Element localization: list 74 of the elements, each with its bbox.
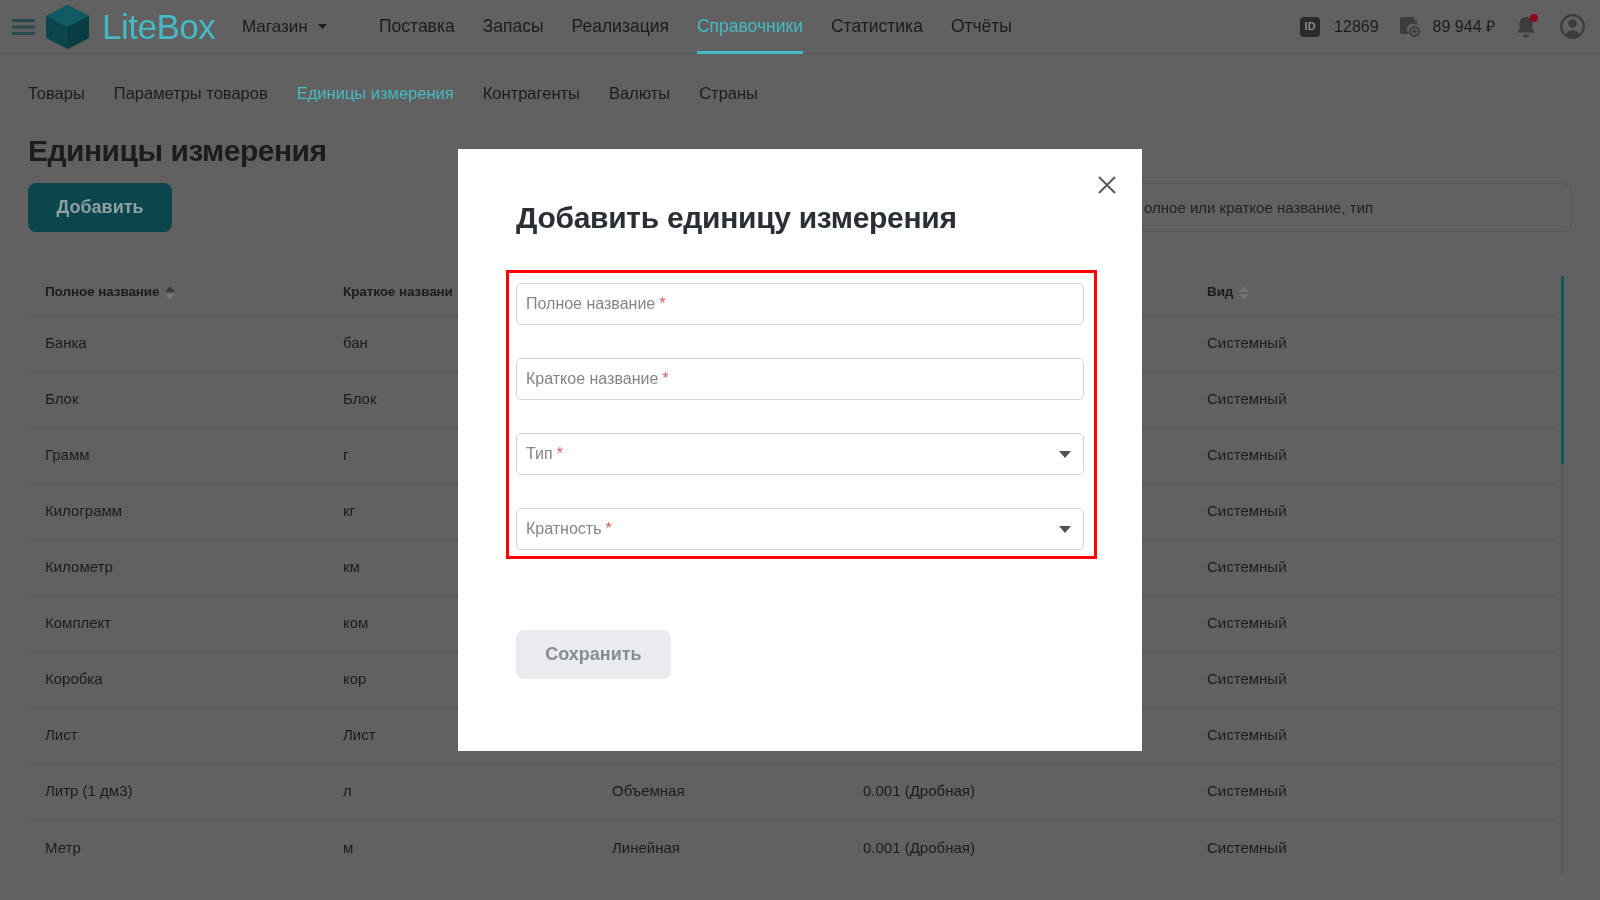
table-cell-text: Литр (1 дм3) — [45, 781, 133, 802]
subnav-tab[interactable]: Страны — [699, 81, 758, 105]
table-cell-text: Километр — [45, 557, 113, 578]
table-cell-text: м — [343, 837, 354, 858]
table-cell-text: Системный — [1207, 781, 1287, 802]
table-cell-text: км — [343, 557, 360, 578]
subnav-tab[interactable]: Товары — [28, 81, 85, 105]
subnav-tab[interactable]: Валюты — [608, 81, 671, 105]
store-dropdown[interactable]: Магазин — [242, 13, 327, 40]
table-cell-text: бан — [343, 333, 368, 354]
table-cell-text: Системный — [1207, 501, 1287, 522]
nav-tab[interactable]: Отчёты — [950, 0, 1012, 54]
select-field[interactable]: Кратность * — [516, 508, 1084, 550]
table-cell-text: Системный — [1207, 669, 1287, 690]
logo-text: LiteBox — [102, 9, 216, 44]
bell-icon[interactable] — [1516, 15, 1536, 38]
id-badge: ID — [1300, 16, 1321, 37]
table-cell-text: Коробка — [45, 669, 103, 690]
table-cell-text: Блок — [45, 389, 79, 410]
caret-icon — [317, 24, 327, 29]
table-cell-text: Системный — [1207, 389, 1287, 410]
table-cell-text: г — [343, 445, 349, 466]
page-title: Единицы измерения — [28, 133, 327, 169]
balance: 89 944 ₽ — [1432, 16, 1495, 37]
nav-tab[interactable]: Запасы — [482, 0, 544, 54]
table-cell-text: Системный — [1207, 613, 1287, 634]
nav-tab[interactable]: Справочники — [696, 0, 803, 54]
menu-icon[interactable] — [12, 18, 35, 35]
table-cell-text: Блок — [343, 389, 377, 410]
subnav-tab[interactable]: Параметры товаров — [113, 81, 268, 105]
search-field[interactable]: олное или краткое название, тип — [1140, 183, 1572, 232]
scrollbar-thumb[interactable] — [1561, 276, 1564, 464]
table-cell-text: Метр — [45, 837, 81, 858]
column-header[interactable]: Полное название — [45, 282, 160, 303]
table-cell-text: Лист — [343, 725, 376, 746]
table-cell-text: 0.001 (Дробная) — [863, 837, 975, 858]
nav-tab[interactable]: Статистика — [830, 0, 923, 54]
close-icon — [1098, 176, 1116, 194]
account-id: 12869 — [1334, 16, 1379, 37]
table-cell-text: Системный — [1207, 333, 1287, 354]
add-button[interactable]: Добавить — [28, 183, 172, 232]
table-cell-text: Банка — [45, 333, 87, 354]
column-header[interactable]: Вид — [1207, 282, 1234, 303]
close-button[interactable] — [1098, 176, 1116, 194]
sort-icon[interactable] — [165, 285, 176, 300]
table-cell-text: Системный — [1207, 557, 1287, 578]
column-header[interactable]: Краткое названи — [343, 282, 453, 303]
table-cell-text: Лист — [45, 725, 78, 746]
avatar-icon[interactable] — [1560, 14, 1585, 39]
table-cell-text: Системный — [1207, 725, 1287, 746]
table-cell-text: Системный — [1207, 837, 1287, 858]
table-cell-text: л — [343, 781, 352, 802]
wallet-icon — [1398, 16, 1420, 37]
nav-tab[interactable]: Поставка — [379, 0, 455, 54]
input-field[interactable]: Полное название * — [516, 283, 1084, 325]
table-cell-text: Грамм — [45, 445, 90, 466]
nav-tab[interactable]: Реализация — [571, 0, 669, 54]
dialog-title: Добавить единицу измерения — [516, 200, 957, 236]
table-cell-text: Килограмм — [45, 501, 123, 522]
table-cell-text: кор — [343, 669, 367, 690]
table-cell-text: Объемная — [612, 781, 685, 802]
input-field[interactable]: Краткое название * — [516, 358, 1084, 400]
table-cell-text: Системный — [1207, 445, 1287, 466]
table-cell-text: 0.001 (Дробная) — [863, 781, 975, 802]
subnav-tab[interactable]: Контрагенты — [482, 81, 580, 105]
logo-icon — [46, 4, 89, 49]
caret-icon — [1059, 450, 1071, 458]
caret-icon — [1059, 525, 1071, 533]
table-cell-text: ком — [343, 613, 369, 634]
table-cell-text: кг — [343, 501, 356, 522]
subnav-tab[interactable]: Единицы измерения — [296, 81, 454, 105]
table-cell-text: Комплект — [45, 613, 112, 634]
select-field[interactable]: Тип * — [516, 433, 1084, 475]
table-cell-text: Линейная — [612, 837, 680, 858]
